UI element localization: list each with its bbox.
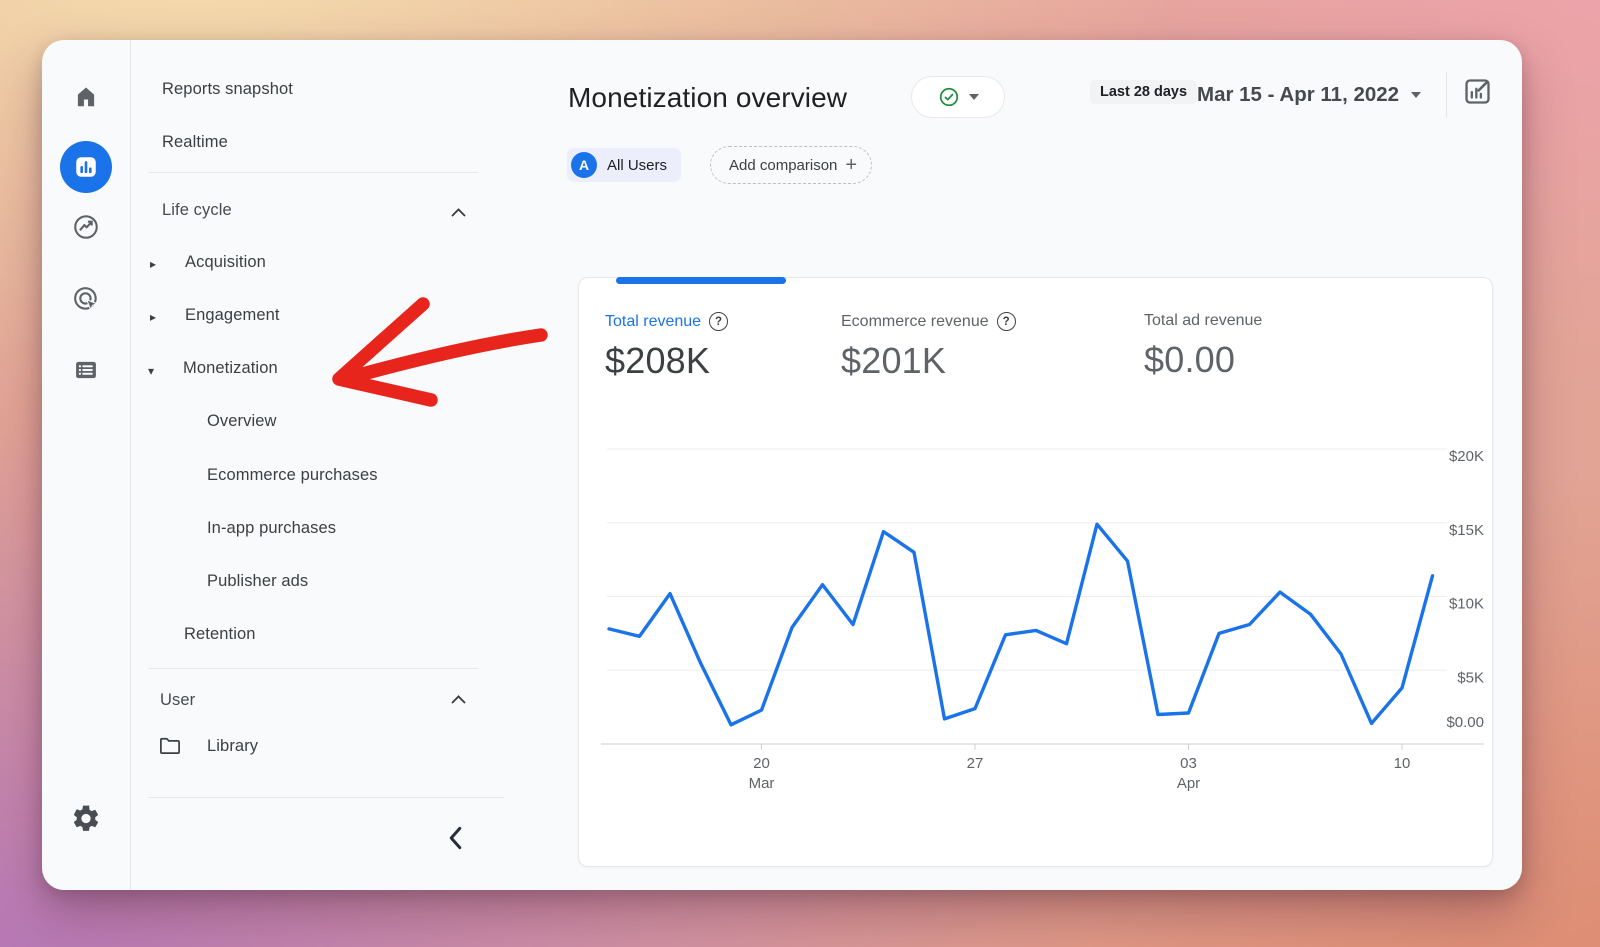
sidebar-divider: [148, 797, 504, 798]
explore-icon[interactable]: [72, 213, 100, 246]
metric-total-ad-revenue[interactable]: Total ad revenue $0.00: [1144, 312, 1262, 381]
home-icon[interactable]: [73, 84, 99, 115]
reports-icon-selected[interactable]: [60, 141, 112, 193]
svg-text:$5K: $5K: [1457, 669, 1484, 686]
collapse-sidebar-icon[interactable]: [448, 826, 463, 855]
sidebar-divider: [148, 172, 478, 173]
date-range-selector[interactable]: Mar 15 - Apr 11, 2022: [1197, 83, 1421, 107]
date-preset-badge: Last 28 days: [1090, 80, 1197, 104]
help-icon[interactable]: ?: [709, 312, 728, 331]
monetization-overview-card: Total revenue ? $208K Ecommerce revenue …: [578, 277, 1493, 867]
help-icon[interactable]: ?: [997, 312, 1016, 331]
sidebar-section-user[interactable]: User: [160, 690, 195, 705]
segment-chip-all-users[interactable]: A All Users: [567, 148, 681, 182]
sidebar-item-publisher-ads[interactable]: Publisher ads: [207, 572, 308, 591]
svg-text:$20K: $20K: [1449, 448, 1484, 465]
metric-value: $208K: [605, 340, 728, 382]
sidebar-item-in-app-purchases[interactable]: In-app purchases: [207, 519, 336, 538]
settings-gear-icon[interactable]: [71, 803, 102, 839]
desktop-background: { "header": { "title": "Monetization ove…: [0, 0, 1600, 947]
advertising-icon[interactable]: [72, 285, 100, 318]
svg-text:27: 27: [967, 755, 984, 772]
header-divider: [1446, 72, 1447, 118]
folder-icon: [158, 734, 181, 762]
chevron-down-icon: [969, 94, 979, 100]
metric-total-revenue[interactable]: Total revenue ? $208K: [605, 312, 728, 382]
svg-text:10: 10: [1394, 755, 1411, 772]
metric-ecommerce-revenue[interactable]: Ecommerce revenue ? $201K: [841, 312, 1016, 382]
revenue-line-chart[interactable]: $20K $15K $10K $5K $0.00 20 Mar 27 03 Apr 10: [579, 428, 1492, 808]
triangle-down-icon[interactable]: ▾: [148, 365, 154, 377]
chevron-down-icon: [1411, 92, 1421, 98]
app-window: Reports snapshot Realtime Life cycle ▸ A…: [42, 40, 1522, 890]
sidebar-section-life-cycle[interactable]: Life cycle: [162, 201, 232, 220]
svg-text:03: 03: [1180, 755, 1197, 772]
revenue-chart-area: $20K $15K $10K $5K $0.00 20 Mar 27 03 Apr 10: [579, 428, 1492, 808]
svg-text:$15K: $15K: [1449, 522, 1484, 539]
sidebar-item-ecommerce-purchases[interactable]: Ecommerce purchases: [207, 466, 378, 485]
sidebar-item-acquisition[interactable]: Acquisition: [185, 253, 266, 272]
chevron-up-icon[interactable]: [450, 692, 467, 710]
customize-report-icon[interactable]: [1462, 76, 1493, 112]
triangle-right-icon[interactable]: ▸: [150, 258, 156, 270]
avatar: A: [571, 152, 597, 178]
triangle-right-icon[interactable]: ▸: [150, 311, 156, 323]
icon-rail: [42, 40, 131, 890]
check-circle-icon: [938, 86, 960, 108]
svg-text:20: 20: [753, 755, 770, 772]
sidebar-item-library[interactable]: Library: [207, 737, 258, 756]
sidebar-item-engagement[interactable]: Engagement: [185, 306, 280, 325]
svg-text:Mar: Mar: [749, 775, 775, 792]
sidebar-item-realtime[interactable]: Realtime: [162, 133, 228, 152]
page-title: Monetization overview: [568, 82, 847, 114]
selected-tab-indicator: [616, 277, 786, 284]
sidebar-item-monetization[interactable]: Monetization: [183, 359, 278, 378]
chevron-up-icon[interactable]: [450, 205, 467, 223]
report-status-pill[interactable]: [911, 76, 1005, 118]
svg-text:Apr: Apr: [1177, 775, 1200, 792]
svg-text:$10K: $10K: [1449, 596, 1484, 613]
plus-icon: +: [845, 155, 857, 175]
admin-list-icon[interactable]: [72, 356, 100, 389]
svg-text:$0.00: $0.00: [1446, 714, 1484, 731]
metric-value: $201K: [841, 340, 1016, 382]
sidebar-divider: [148, 668, 478, 669]
sidebar-item-overview[interactable]: Overview: [207, 412, 277, 431]
metric-value: $0.00: [1144, 339, 1262, 381]
sidebar-item-reports-snapshot[interactable]: Reports snapshot: [162, 80, 293, 99]
sidebar-item-retention[interactable]: Retention: [184, 625, 256, 644]
add-comparison-button[interactable]: Add comparison +: [710, 146, 872, 184]
